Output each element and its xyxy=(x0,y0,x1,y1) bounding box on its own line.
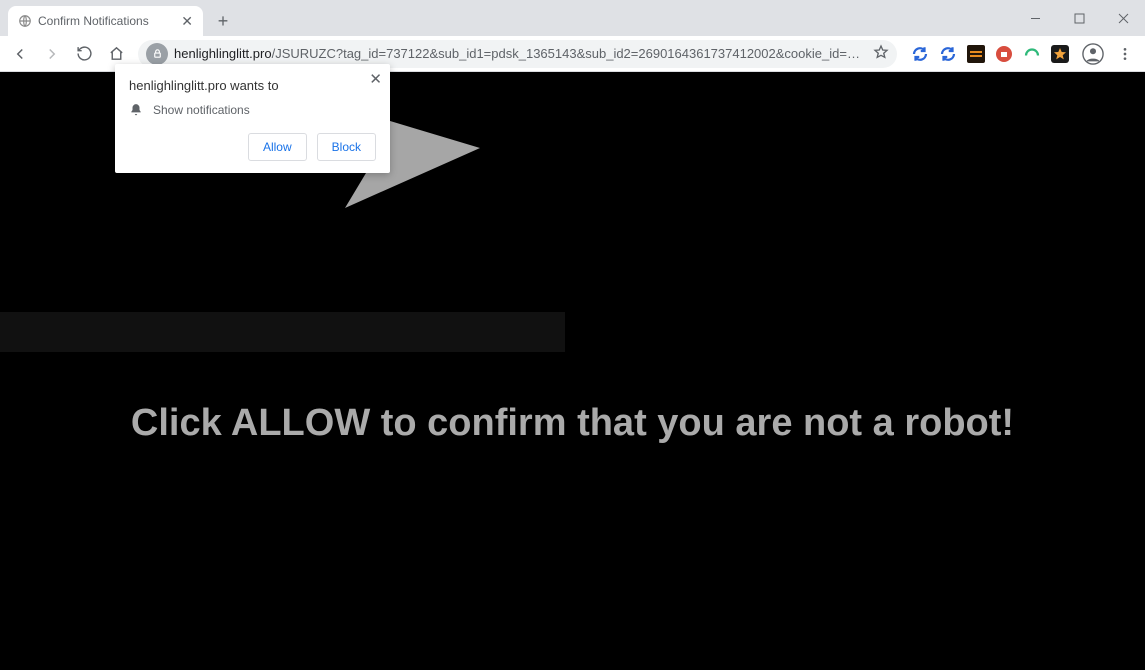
browser-menu-button[interactable] xyxy=(1111,40,1139,68)
back-button[interactable] xyxy=(6,40,34,68)
refresh-extension-icon-2[interactable] xyxy=(939,45,957,63)
extension-icon-green[interactable] xyxy=(1023,45,1041,63)
profile-avatar[interactable] xyxy=(1079,40,1107,68)
globe-icon xyxy=(18,14,32,28)
new-tab-button[interactable]: + xyxy=(209,7,237,35)
forward-button[interactable] xyxy=(38,40,66,68)
extension-icon-red[interactable] xyxy=(995,45,1013,63)
url-host: henlighlinglitt.pro xyxy=(174,46,272,61)
window-maximize-button[interactable] xyxy=(1057,0,1101,36)
block-button[interactable]: Block xyxy=(317,133,376,161)
bell-icon xyxy=(129,103,143,117)
window-titlebar: Confirm Notifications ✕ + xyxy=(0,0,1145,36)
reload-button[interactable] xyxy=(70,40,98,68)
url-text: henlighlinglitt.pro/JSURUZC?tag_id=73712… xyxy=(174,46,867,61)
tab-title: Confirm Notifications xyxy=(38,14,175,28)
lock-icon xyxy=(146,43,168,65)
browser-tab[interactable]: Confirm Notifications ✕ xyxy=(8,6,203,36)
window-controls xyxy=(1013,0,1145,36)
extension-icons xyxy=(905,45,1075,63)
window-close-button[interactable] xyxy=(1101,0,1145,36)
window-minimize-button[interactable] xyxy=(1013,0,1057,36)
url-path: /JSURUZC?tag_id=737122&sub_id1=pdsk_1365… xyxy=(272,46,867,61)
allow-button[interactable]: Allow xyxy=(248,133,307,161)
page-headline: Click ALLOW to confirm that you are not … xyxy=(0,402,1145,445)
extension-icon-star[interactable] xyxy=(1051,45,1069,63)
notification-permission-dialog: ✕ henlighlinglitt.pro wants to Show noti… xyxy=(115,64,390,173)
decorative-strip xyxy=(0,312,565,352)
refresh-extension-icon[interactable] xyxy=(911,45,929,63)
tab-close-icon[interactable]: ✕ xyxy=(181,14,193,28)
close-icon[interactable]: ✕ xyxy=(369,70,382,88)
notification-origin-label: henlighlinglitt.pro wants to xyxy=(129,78,376,93)
bookmark-star-icon[interactable] xyxy=(873,44,889,63)
extension-icon-orange[interactable] xyxy=(967,45,985,63)
notification-permission-text: Show notifications xyxy=(153,103,250,117)
